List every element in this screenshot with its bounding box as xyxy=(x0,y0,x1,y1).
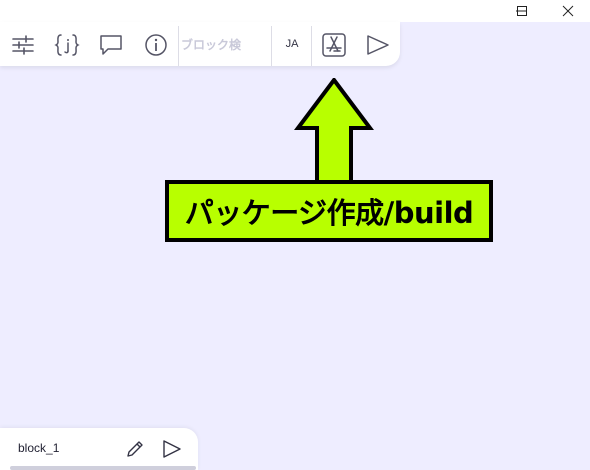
info-button[interactable] xyxy=(142,32,170,58)
build-package-icon xyxy=(322,33,346,57)
info-icon xyxy=(145,34,167,56)
play-icon xyxy=(367,35,389,55)
settings-button[interactable] xyxy=(9,32,37,58)
run-button[interactable] xyxy=(364,32,392,58)
block-search-input[interactable] xyxy=(181,35,267,55)
annotation-callout: パッケージ作成/build xyxy=(165,180,493,242)
callout-arrow-icon xyxy=(294,78,374,184)
json-braces-icon xyxy=(54,34,80,56)
maximize-icon xyxy=(517,6,527,16)
toolbar-divider xyxy=(311,26,312,66)
sliders-icon xyxy=(12,35,34,55)
block-name-label[interactable]: block_1 xyxy=(18,441,59,455)
maximize-button[interactable] xyxy=(500,0,544,22)
run-block-button[interactable] xyxy=(160,438,184,460)
window-titlebar xyxy=(0,0,590,22)
block-bar: block_1 xyxy=(0,428,198,470)
json-button[interactable] xyxy=(53,32,81,58)
pencil-icon xyxy=(127,441,143,457)
rename-block-button[interactable] xyxy=(123,438,147,460)
block-bar-scroll-strip xyxy=(10,466,196,470)
close-button[interactable] xyxy=(546,0,590,22)
toolbar-divider xyxy=(271,26,272,66)
comment-button[interactable] xyxy=(97,32,125,58)
close-icon xyxy=(562,5,574,17)
language-button[interactable]: JA xyxy=(279,38,305,54)
toolbar-divider xyxy=(178,26,179,66)
build-package-button[interactable] xyxy=(320,32,348,58)
comment-icon xyxy=(100,35,122,55)
callout-label: パッケージ作成/build xyxy=(184,196,474,230)
play-icon xyxy=(163,440,181,458)
top-toolbar: JA xyxy=(0,22,400,66)
